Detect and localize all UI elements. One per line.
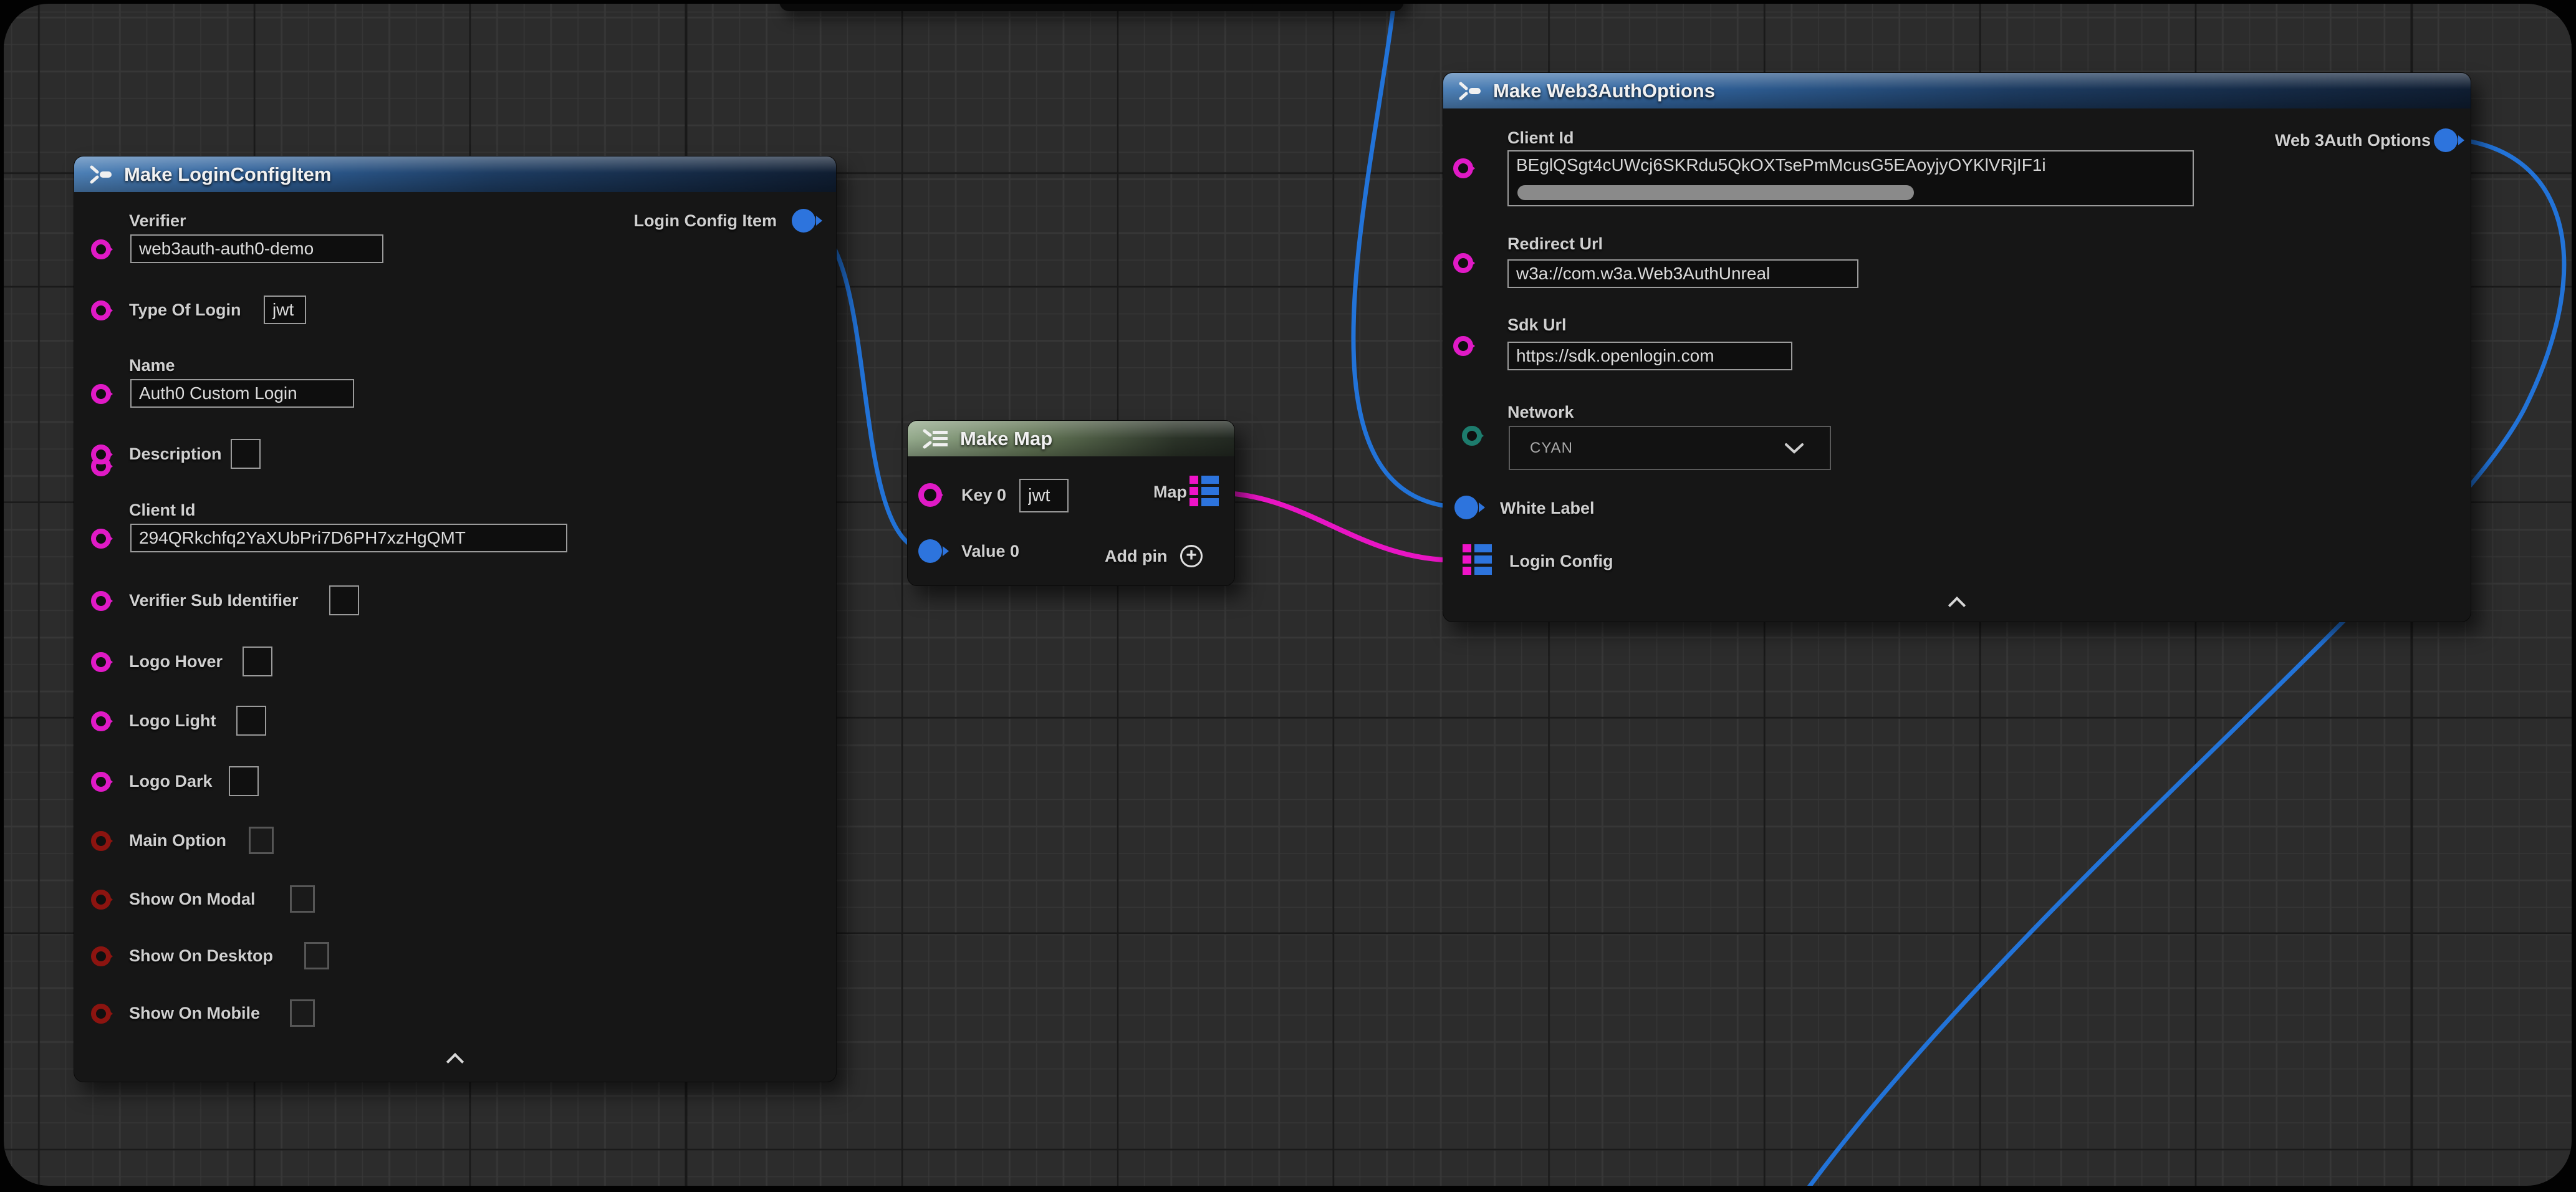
field-label: Client Id <box>129 501 196 519</box>
field-label: Logo Hover <box>129 652 223 671</box>
node-title: Make LoginConfigItem <box>124 163 331 186</box>
add-pin-button[interactable]: + <box>1180 545 1203 567</box>
pin-type-of-login[interactable] <box>91 300 111 320</box>
chevron-down-icon <box>1784 442 1805 454</box>
node-title: Make Map <box>960 428 1052 450</box>
field-label: Network <box>1507 403 1574 421</box>
field-label: White Label <box>1500 499 1595 517</box>
field-label: Value 0 <box>961 542 1019 560</box>
pin-client-id[interactable] <box>91 529 111 549</box>
field-label: Logo Light <box>129 711 216 730</box>
make-struct-icon <box>88 163 114 186</box>
field-label: Redirect Url <box>1507 234 1603 253</box>
make-struct-icon <box>1457 80 1483 102</box>
pin-description[interactable] <box>91 445 111 464</box>
pin-logo-dark[interactable] <box>91 772 111 792</box>
pin-login-config-item-out[interactable] <box>792 209 815 233</box>
pin-redirect-url[interactable] <box>1453 253 1473 273</box>
pin-value-0[interactable] <box>918 539 942 563</box>
field-label: Verifier <box>129 211 186 230</box>
graph-world: Make LoginConfigItem Login Config Item V… <box>4 4 2572 1186</box>
type-of-login-input[interactable] <box>264 296 306 324</box>
node-header[interactable]: Make LoginConfigItem <box>74 156 836 192</box>
client-id-value: BEglQSgt4cUWcj6SKRdu5QkOXTsePmMcusG5EAoy… <box>1516 155 2188 175</box>
field-label: Description <box>129 445 222 463</box>
node-header[interactable]: Make Web3AuthOptions <box>1443 73 2471 108</box>
pin-main-option[interactable] <box>91 831 111 851</box>
name-input[interactable] <box>130 379 354 408</box>
pin-show-on-mobile[interactable] <box>91 1004 111 1024</box>
pin-white-label[interactable] <box>1454 496 1478 519</box>
key-0-input[interactable] <box>1019 479 1069 512</box>
show-on-modal-checkbox[interactable] <box>290 885 315 913</box>
wire-map-to-loginconfig[interactable] <box>1212 493 1459 560</box>
logo-dark-input[interactable] <box>229 766 259 796</box>
window-frame: Make LoginConfigItem Login Config Item V… <box>0 0 2576 1192</box>
offscreen-node-fragment[interactable] <box>779 4 1404 11</box>
verifier-input[interactable] <box>130 234 383 263</box>
field-label: Type Of Login <box>129 300 241 319</box>
field-label: Name <box>129 356 175 375</box>
node-make-map[interactable]: Make Map Key 0 Map Value 0 Add pin + <box>907 420 1235 586</box>
pin-network[interactable] <box>1462 426 1482 446</box>
blueprint-graph-canvas[interactable]: Make LoginConfigItem Login Config Item V… <box>4 4 2572 1186</box>
verifier-sub-identifier-input[interactable] <box>329 585 359 615</box>
pin-web3auth-options-out[interactable] <box>2434 128 2458 152</box>
map-output-label: Map <box>1153 483 1187 501</box>
field-label: Main Option <box>129 831 226 850</box>
logo-light-input[interactable] <box>236 706 266 736</box>
field-label: Logo Dark <box>129 772 213 791</box>
client-id-input[interactable]: BEglQSgt4cUWcj6SKRdu5QkOXTsePmMcusG5EAoy… <box>1507 150 2194 206</box>
pin-name[interactable] <box>91 384 111 404</box>
make-map-icon <box>921 428 950 450</box>
pin-map-out[interactable] <box>1189 476 1219 506</box>
node-make-web3authoptions[interactable]: Make Web3AuthOptions Web 3Auth Options C… <box>1443 72 2471 622</box>
pin-logo-light[interactable] <box>91 711 111 731</box>
add-pin-label[interactable]: Add pin <box>1105 547 1167 565</box>
node-title: Make Web3AuthOptions <box>1493 80 1715 102</box>
field-label: Sdk Url <box>1507 315 1567 334</box>
network-value: CYAN <box>1530 440 1573 457</box>
show-on-mobile-checkbox[interactable] <box>290 999 315 1027</box>
pin-show-on-modal[interactable] <box>91 890 111 910</box>
node-make-loginconfigitem[interactable]: Make LoginConfigItem Login Config Item V… <box>74 156 837 1082</box>
redirect-url-input[interactable] <box>1507 259 1858 288</box>
sdk-url-input[interactable] <box>1507 342 1792 370</box>
field-label: Show On Modal <box>129 890 256 908</box>
field-label: Show On Mobile <box>129 1004 260 1022</box>
node-header[interactable]: Make Map <box>908 421 1234 456</box>
output-label: Login Config Item <box>634 211 777 230</box>
pin-show-on-desktop[interactable] <box>91 946 111 966</box>
output-label: Web 3Auth Options <box>2275 131 2431 150</box>
network-dropdown[interactable]: CYAN <box>1509 426 1831 470</box>
pin-logo-hover[interactable] <box>91 652 111 672</box>
collapse-chevron-icon[interactable] <box>446 1053 465 1064</box>
field-label: Verifier Sub Identifier <box>129 591 299 610</box>
pin-verifier[interactable] <box>91 239 111 259</box>
show-on-desktop-checkbox[interactable] <box>304 942 329 969</box>
field-label: Key 0 <box>961 486 1006 504</box>
main-option-checkbox[interactable] <box>249 827 274 854</box>
pin-login-config[interactable] <box>1463 544 1492 575</box>
client-id-input[interactable] <box>130 524 567 552</box>
description-input[interactable] <box>231 439 261 469</box>
field-label: Login Config <box>1509 552 1613 570</box>
pin-key-0[interactable] <box>918 483 942 507</box>
pin-sdk-url[interactable] <box>1453 336 1473 356</box>
pin-verifier-sub-identifier[interactable] <box>91 591 111 611</box>
logo-hover-input[interactable] <box>243 646 272 676</box>
client-id-scrollbar[interactable] <box>1517 185 1914 200</box>
field-label: Show On Desktop <box>129 946 273 965</box>
collapse-chevron-icon[interactable] <box>1948 597 1967 608</box>
pin-client-id[interactable] <box>1453 158 1473 178</box>
field-label: Client Id <box>1507 128 1574 147</box>
